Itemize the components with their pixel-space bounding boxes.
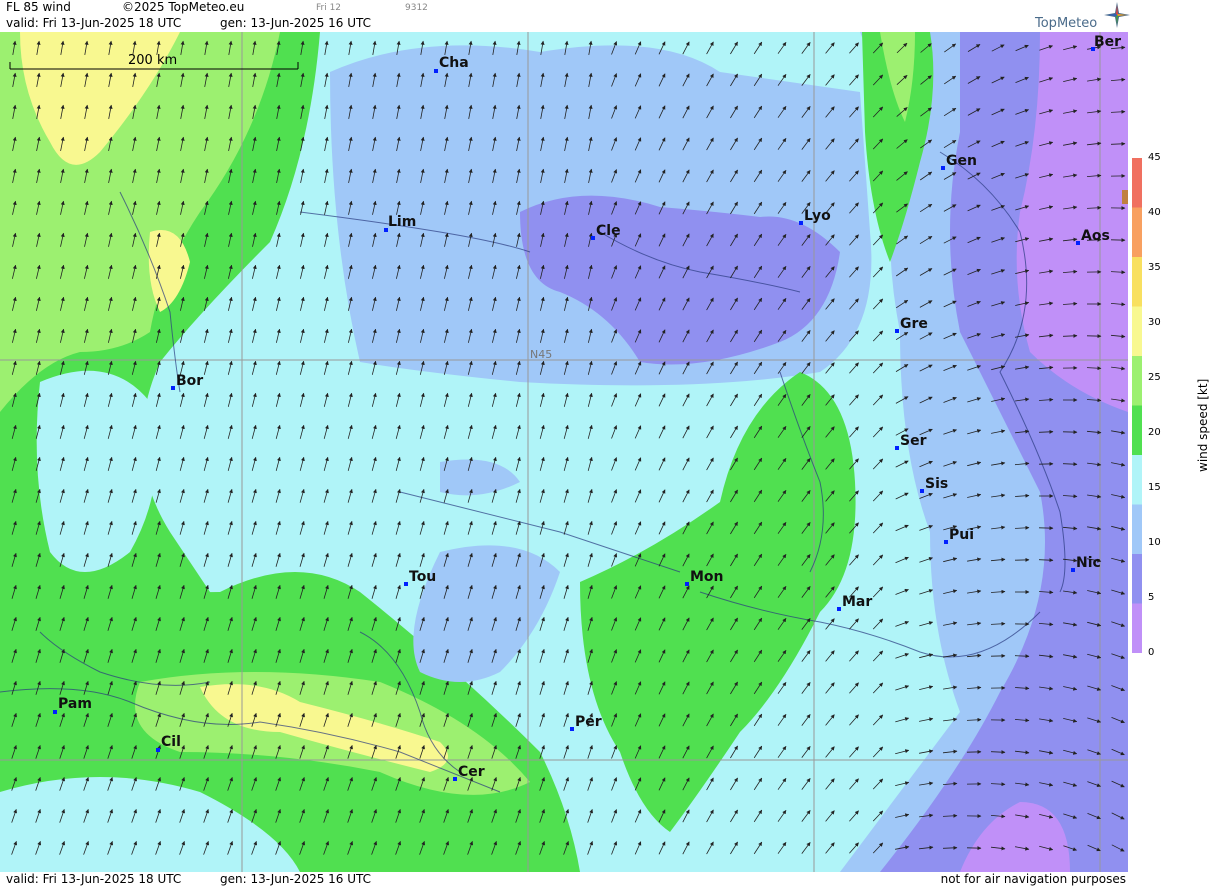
city-marker-cer <box>453 777 457 781</box>
legend-tick: 15 <box>1148 482 1161 493</box>
city-label-bor: Bor <box>176 373 204 389</box>
copyright: ©2025 TopMeteo.eu <box>122 0 245 14</box>
legend-swatch <box>1132 504 1142 554</box>
legend-swatch <box>1132 405 1142 455</box>
legend-swatch <box>1132 356 1142 406</box>
footer-disclaimer: not for air navigation purposes <box>940 872 1126 886</box>
city-label-ber: Ber <box>1094 34 1122 50</box>
legend-tick: 20 <box>1148 427 1161 438</box>
city-label-pam: Pam <box>58 696 92 712</box>
legend-tick: 5 <box>1148 592 1155 603</box>
city-label-cha: Cha <box>439 55 469 71</box>
city-marker-aos <box>1076 241 1080 245</box>
city-label-ser: Ser <box>900 433 927 449</box>
city-marker-gen <box>941 166 945 170</box>
city-marker-gre <box>895 329 899 333</box>
legend-tick: 30 <box>1148 317 1161 328</box>
legend-swatch <box>1132 306 1142 356</box>
city-label-cer: Cer <box>458 764 485 780</box>
city-marker-pui <box>944 540 948 544</box>
legend-swatch <box>1132 554 1142 604</box>
gridline-label: N45 <box>530 348 552 361</box>
legend-tick: 10 <box>1148 537 1161 548</box>
city-marker-pam <box>53 710 57 714</box>
city-marker-cha <box>434 69 438 73</box>
header: FL 85 wind ©2025 TopMeteo.eu Fri 12 9312… <box>0 0 1128 32</box>
legend-title: wind speed [kt] <box>1196 378 1210 472</box>
city-label-mon: Mon <box>690 569 724 585</box>
city-label-sis: Sis <box>925 476 949 492</box>
city-label-per: Per <box>575 714 602 730</box>
city-marker-per <box>570 727 574 731</box>
valid-time: valid: Fri 13-Jun-2025 18 UTC <box>6 16 182 30</box>
city-marker-lyo <box>799 221 803 225</box>
city-marker-tou <box>404 582 408 586</box>
product-title: FL 85 wind <box>6 0 71 14</box>
city-label-lyo: Lyo <box>804 208 831 224</box>
city-marker-bor <box>171 386 175 390</box>
legend-tick: 45 <box>1148 152 1161 163</box>
city-marker-cil <box>156 748 160 752</box>
legend-swatch <box>1132 455 1142 505</box>
legend-swatch <box>1132 158 1142 208</box>
footer: valid: Fri 13-Jun-2025 18 UTC gen: 13-Ju… <box>0 872 1128 887</box>
legend-tick: 40 <box>1148 207 1161 218</box>
legend-swatch <box>1132 207 1142 257</box>
city-label-pui: Pui <box>949 527 975 543</box>
city-label-lim: Lim <box>388 214 417 230</box>
city-label-gen: Gen <box>946 153 977 169</box>
legend-colorbar <box>1132 158 1142 653</box>
generated-time: gen: 13-Jun-2025 16 UTC <box>220 16 372 30</box>
legend-marker <box>1122 190 1128 204</box>
city-label-gre: Gre <box>900 316 928 332</box>
city-label-nic: Nic <box>1076 555 1101 571</box>
legend-tick: 0 <box>1148 647 1155 658</box>
city-marker-cle <box>591 236 595 240</box>
compass-star-icon <box>1104 2 1130 28</box>
city-label-tou: Tou <box>409 569 437 585</box>
city-label-cil: Cil <box>161 734 181 750</box>
topmeteo-logo: TopMeteo <box>1032 2 1130 32</box>
legend-tick: 35 <box>1148 262 1161 273</box>
city-marker-mon <box>685 582 689 586</box>
scale-bar-label: 200 km <box>128 53 177 68</box>
city-marker-ser <box>895 446 899 450</box>
city-marker-sis <box>920 489 924 493</box>
city-marker-mar <box>837 607 841 611</box>
legend-swatch <box>1132 603 1142 653</box>
city-label-mar: Mar <box>842 594 873 610</box>
small-tag-2: 9312 <box>405 3 428 13</box>
legend-tick: 25 <box>1148 372 1161 383</box>
city-label-cle: Cle <box>596 223 621 239</box>
small-tag-1: Fri 12 <box>316 3 342 13</box>
logo-text: TopMeteo <box>1035 16 1098 31</box>
footer-generated-time: gen: 13-Jun-2025 16 UTC <box>220 872 372 886</box>
footer-valid-time: valid: Fri 13-Jun-2025 18 UTC <box>6 872 182 886</box>
legend-swatch <box>1132 257 1142 307</box>
city-label-aos: Aos <box>1081 228 1110 244</box>
city-marker-nic <box>1071 568 1075 572</box>
